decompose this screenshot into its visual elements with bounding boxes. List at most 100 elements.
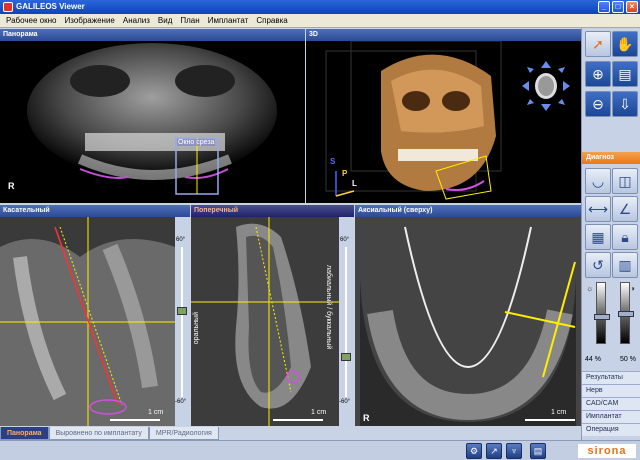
window-controls: _ □ ×: [598, 1, 638, 13]
status-report-icon[interactable]: ▤: [530, 443, 546, 459]
tangential-scale-label: 1 cm: [148, 409, 164, 416]
annotation-button[interactable]: ▦: [585, 224, 611, 250]
maximize-button[interactable]: □: [612, 1, 624, 13]
reset-button[interactable]: ↺: [585, 252, 611, 278]
zoom-out-icon: ⊖: [592, 95, 604, 112]
hand-icon: ✋: [616, 35, 634, 52]
status-implant-icon-1[interactable]: ⚙: [466, 443, 482, 459]
contrast-slider[interactable]: [618, 282, 634, 344]
app-icon: [3, 2, 13, 12]
contrast-icon: ◑: [630, 284, 635, 293]
close-button[interactable]: ×: [626, 1, 638, 13]
status-bar: ⚙ ↗ ♆ ▤ sirona: [0, 440, 640, 460]
transverse-angle-handle[interactable]: [341, 353, 351, 361]
orientation-navigator[interactable]: [522, 61, 570, 111]
tangential-angle-handle[interactable]: [177, 307, 187, 315]
menu-results[interactable]: Результаты: [582, 371, 640, 384]
menu-view[interactable]: Вид: [154, 16, 176, 25]
menu-workspace[interactable]: Рабочее окно: [2, 16, 60, 25]
menu-implant-section[interactable]: Имплантат: [582, 410, 640, 423]
tangential-panel[interactable]: Касательный 60° -60° 1 cm: [0, 205, 190, 426]
menu-help[interactable]: Справка: [252, 16, 291, 25]
window-title: GALILEOS Viewer: [16, 2, 85, 11]
buccal-side-label: лабиальный / буккальный: [325, 265, 332, 350]
tab-mpr-radiology[interactable]: MPR/Радиология: [148, 427, 219, 440]
zoom-out-button[interactable]: ⊖: [585, 91, 611, 117]
zoom-in-button[interactable]: ⊕: [585, 61, 611, 87]
status-tooth-icon[interactable]: ♆: [506, 443, 522, 459]
tangential-image: [0, 217, 175, 426]
transverse-view[interactable]: оральный лабиальный / буккальный 60° -60…: [191, 217, 354, 426]
pan-tool-button[interactable]: ✋: [612, 31, 638, 57]
status-measure-icon[interactable]: ↗: [486, 443, 502, 459]
brightness-slider-knob[interactable]: [594, 314, 610, 320]
tangential-title: Касательный: [0, 205, 190, 217]
pointer-tool-button[interactable]: ➚: [585, 31, 611, 57]
menu-surgery[interactable]: Операция: [582, 423, 640, 436]
ruler-icon: ⟷: [587, 200, 609, 217]
reset-icon: ↺: [592, 256, 604, 273]
tangential-scale-bar: [110, 419, 160, 421]
panorama-image: [27, 43, 277, 195]
menu-bar: Рабочее окно Изображение Анализ Вид План…: [0, 14, 640, 28]
view3d-view[interactable]: S P L: [306, 40, 581, 203]
lock-button[interactable]: 🔒︎: [612, 224, 638, 250]
brightness-icon: ☼: [586, 284, 594, 293]
panorama-title: Панорама: [0, 29, 305, 41]
grayscale-button[interactable]: ▥: [612, 252, 638, 278]
tab-panorama[interactable]: Панорама: [0, 427, 49, 440]
minimize-button[interactable]: _: [598, 1, 610, 13]
measure-distance-button[interactable]: ⟷: [585, 196, 611, 222]
layers-icon: ▤: [618, 65, 632, 82]
head-orientation-icon: [522, 61, 570, 111]
transverse-scale-label: 1 cm: [311, 409, 327, 416]
cube-icon: ◫: [618, 172, 632, 189]
lock-icon: 🔒︎: [621, 228, 629, 245]
panorama-view[interactable]: Окно среза R: [0, 41, 305, 203]
tangential-view[interactable]: 60° -60° 1 cm: [0, 217, 190, 426]
axis-s-label: S: [330, 157, 336, 166]
arch-curve-button[interactable]: ◡: [585, 168, 611, 194]
slice-window-label: Окно среза: [177, 139, 216, 146]
diagnosis-section-header[interactable]: Диагноз: [582, 152, 640, 164]
arrow-pointer-icon: ➚: [592, 35, 604, 52]
panorama-panel[interactable]: Панорама Окно среза R: [0, 29, 305, 203]
view3d-panel[interactable]: 3D S P L: [306, 29, 581, 203]
transverse-angle-top: 60°: [340, 237, 350, 243]
contrast-value: 50 %: [620, 356, 636, 363]
transverse-title: Поперечный: [191, 205, 354, 217]
transverse-scale-bar: [273, 419, 323, 421]
arch-curve-icon: ◡: [591, 172, 605, 189]
stack-tool-button[interactable]: ▤: [612, 61, 638, 87]
brightness-slider[interactable]: [594, 282, 610, 344]
menu-nerve[interactable]: Нерв: [582, 384, 640, 397]
menu-analysis[interactable]: Анализ: [119, 16, 154, 25]
note-icon: ▦: [591, 228, 605, 245]
download-tool-button[interactable]: ⇩: [612, 91, 638, 117]
app-window: GALILEOS Viewer _ □ × Рабочее окно Изобр…: [0, 0, 640, 460]
axial-view[interactable]: R 1 cm: [355, 217, 581, 426]
axial-image: [355, 217, 581, 426]
right-toolbar: ➚ ✋ ⊕ ▤ ⊖ ⇩ Диагноз ◡ ◫ ⟷ ∠ ▦ 🔒︎ ↺ ▥ ☼ ◑…: [581, 28, 640, 440]
tangential-angle-bottom: -60°: [175, 399, 187, 405]
zoom-in-icon: ⊕: [592, 65, 604, 82]
menu-cadcam[interactable]: CAD/CAM: [582, 397, 640, 410]
sirona-logo: sirona: [578, 444, 636, 458]
tab-implant-aligned[interactable]: Выровнено по имплантату: [48, 427, 149, 440]
axial-scale-bar: [525, 419, 575, 421]
measure-angle-button[interactable]: ∠: [612, 196, 638, 222]
transverse-angle-bar[interactable]: 60° -60°: [339, 217, 354, 426]
menu-plan[interactable]: План: [176, 16, 203, 25]
transverse-panel[interactable]: Поперечный оральный лабиальный / буккаль…: [191, 205, 354, 426]
axial-panel[interactable]: Аксиальный (сверху) R 1 cm: [355, 205, 581, 426]
transverse-angle-bottom: -60°: [339, 399, 351, 405]
menu-implant[interactable]: Имплантат: [204, 16, 253, 25]
oral-side-label: оральный: [193, 312, 200, 345]
volume-box-button[interactable]: ◫: [612, 168, 638, 194]
contrast-slider-knob[interactable]: [618, 311, 634, 317]
menu-image[interactable]: Изображение: [60, 16, 118, 25]
view-tabs: Панорама Выровнено по имплантату MPR/Рад…: [0, 427, 581, 440]
tangential-angle-track: [181, 247, 183, 397]
axial-title: Аксиальный (сверху): [355, 205, 581, 217]
tangential-angle-bar[interactable]: 60° -60°: [175, 217, 190, 426]
